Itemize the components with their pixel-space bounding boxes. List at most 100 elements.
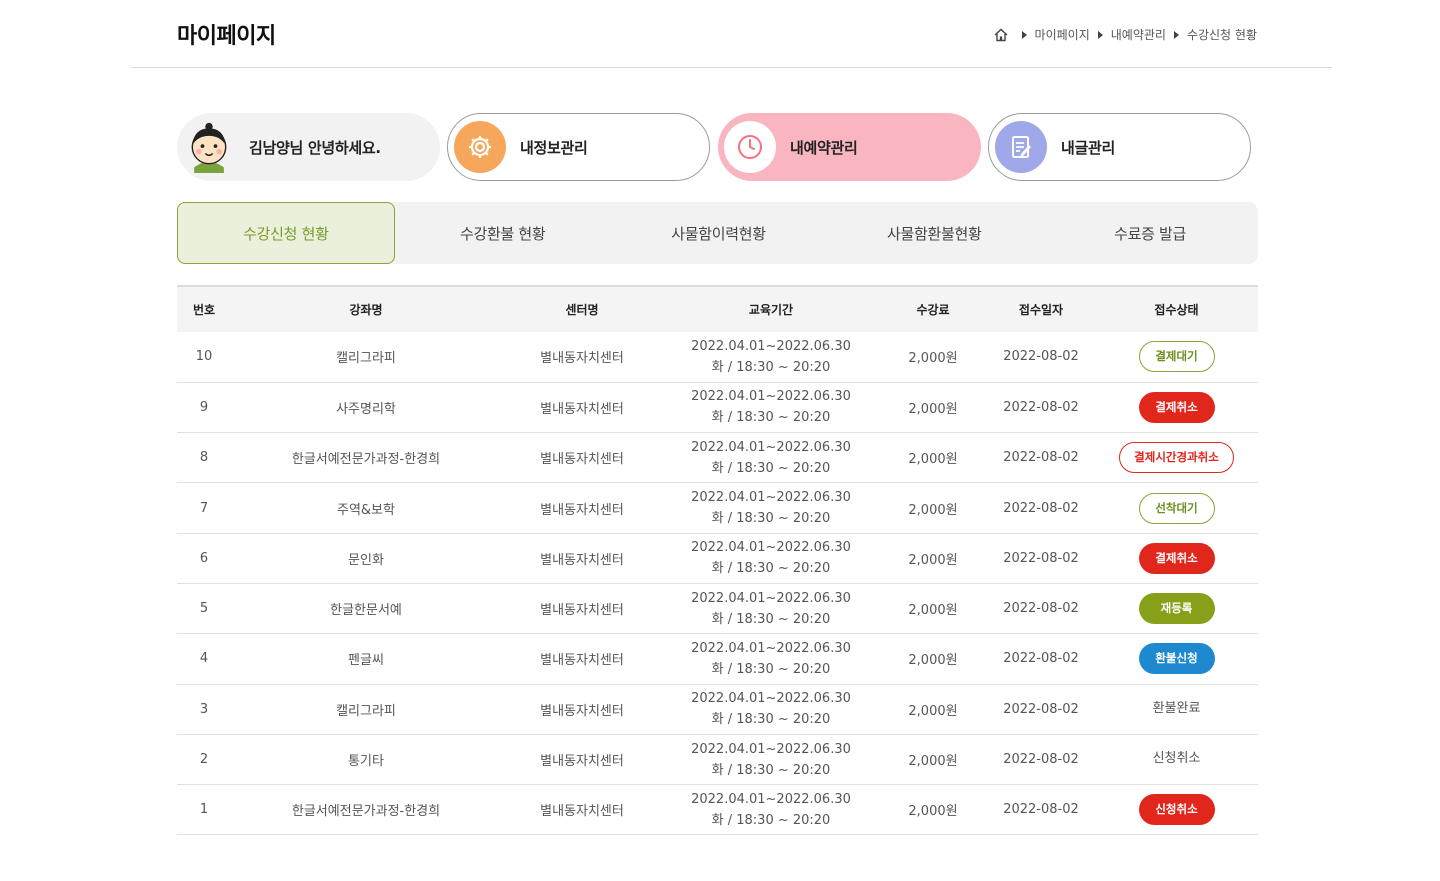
receipt-date: 2022-08-02 [1003,450,1079,466]
receipt-date: 2022-08-02 [1003,701,1079,717]
mypage-menu: 김남양님 안녕하세요. 내정보관리 내예약관리 내글관리 [177,113,1257,181]
row-number: 6 [199,550,209,566]
course-fee: 2,000원 [908,804,958,820]
receipt-date: 2022-08-02 [1003,601,1079,617]
home-icon[interactable] [994,28,1008,42]
table-row: 10 캘리그라피 별내동자치센터 2022.04.01~2022.06.30 화 / 1… [177,332,1258,383]
menu-card-my-reservation[interactable]: 내예약관리 [718,113,981,181]
education-period: 2022.04.01~2022.06.30 화 / 18:30 ~ 20:20 [663,785,879,835]
breadcrumb-item-mypage[interactable]: 마이페이지 [1035,26,1090,43]
period-time: 화 / 18:30 ~ 20:20 [711,359,831,375]
course-name: 한글서예전문가과정-한경희 [291,452,441,468]
period-time: 화 / 18:30 ~ 20:20 [711,712,831,728]
greeting-text: 김남양님 안녕하세요. [249,138,381,157]
status-badge: 신청취소 [1152,751,1201,767]
status-badge[interactable]: 신청취소 [1138,794,1215,826]
center-name: 별내동자치센터 [540,552,624,568]
receipt-date: 2022-08-02 [1003,550,1079,566]
course-name: 펜글씨 [348,653,384,669]
status-badge[interactable]: 결제시간경과취소 [1119,442,1234,474]
center-name: 별내동자치센터 [540,603,624,619]
period-dates: 2022.04.01~2022.06.30 [691,439,851,455]
course-fee: 2,000원 [908,401,958,417]
tab-certificate[interactable]: 수료증 발급 [1042,202,1258,264]
table-row: 9 사주명리학 별내동자치센터 2022.04.01~2022.06.30 화 / 18… [177,382,1258,433]
enrollment-table: 번호 강좌명 센터명 교육기간 수강료 접수일자 접수상태 10 캘리그라피 별내동… [177,285,1258,835]
period-time: 화 / 18:30 ~ 20:20 [711,410,831,426]
page-header: 마이페이지 마이페이지 내예약관리 수강신청 현황 [131,0,1332,68]
status-cell: 결제대기 [1095,332,1258,382]
row-number: 1 [199,802,209,818]
status-badge[interactable]: 결제대기 [1138,341,1215,373]
tab-locker-refund[interactable]: 사물함환불현황 [826,202,1042,264]
row-number: 3 [199,701,209,717]
education-period: 2022.04.01~2022.06.30 화 / 18:30 ~ 20:20 [663,583,879,633]
course-name: 한글한문서예 [330,603,402,619]
status-badge[interactable]: 결제취소 [1138,542,1215,574]
row-number: 5 [199,601,209,617]
status-badge[interactable]: 선착대기 [1138,492,1215,524]
header-fee: 수강료 [916,303,950,317]
status-cell: 결제시간경과취소 [1095,433,1258,483]
table-row: 3 캘리그라피 별내동자치센터 2022.04.01~2022.06.30 화 / 18… [177,684,1258,735]
period-dates: 2022.04.01~2022.06.30 [691,389,851,405]
course-name: 통기타 [348,754,384,770]
avatar-icon [191,122,227,173]
center-name: 별내동자치센터 [540,401,624,417]
table-body: 10 캘리그라피 별내동자치센터 2022.04.01~2022.06.30 화 / 1… [177,332,1258,835]
period-dates: 2022.04.01~2022.06.30 [691,590,851,606]
receipt-date: 2022-08-02 [1003,651,1079,667]
education-period: 2022.04.01~2022.06.30 화 / 18:30 ~ 20:20 [663,533,879,583]
breadcrumb-item-reservation[interactable]: 내예약관리 [1111,26,1166,43]
course-fee: 2,000원 [908,351,958,367]
course-name: 한글서예전문가과정-한경희 [291,804,441,820]
period-dates: 2022.04.01~2022.06.30 [691,791,851,807]
document-edit-icon [995,121,1047,173]
period-time: 화 / 18:30 ~ 20:20 [711,561,831,577]
period-dates: 2022.04.01~2022.06.30 [691,490,851,506]
status-cell: 신청취소 [1095,734,1258,784]
tab-locker-history[interactable]: 사물함이력현황 [611,202,827,264]
course-name: 주역&보학 [337,502,395,518]
period-time: 화 / 18:30 ~ 20:20 [711,611,831,627]
period-dates: 2022.04.01~2022.06.30 [691,540,851,556]
course-fee: 2,000원 [908,552,958,568]
header-period: 교육기간 [748,303,794,317]
status-cell: 결제취소 [1095,533,1258,583]
period-dates: 2022.04.01~2022.06.30 [691,640,851,656]
tab-enrollment-status[interactable]: 수강신청 현황 [177,202,395,264]
table-row: 6 문인화 별내동자치센터 2022.04.01~2022.06.30 화 / 18:3… [177,533,1258,584]
education-period: 2022.04.01~2022.06.30 화 / 18:30 ~ 20:20 [663,433,879,483]
menu-card-my-info[interactable]: 내정보관리 [447,113,710,181]
center-name: 별내동자치센터 [540,653,624,669]
period-time: 화 / 18:30 ~ 20:20 [711,812,831,828]
menu-card-my-posts[interactable]: 내글관리 [988,113,1251,181]
status-cell: 환불완료 [1095,684,1258,734]
course-fee: 2,000원 [908,603,958,619]
course-name: 캘리그라피 [336,703,396,719]
gear-icon [454,121,506,173]
row-number: 7 [199,500,209,516]
status-badge[interactable]: 환불신청 [1138,643,1215,675]
row-number: 4 [199,651,209,667]
table-row: 8 한글서예전문가과정-한경희 별내동자치센터 2022.04.01~2022.06.… [177,433,1258,483]
table-header-row: 번호 강좌명 센터명 교육기간 수강료 접수일자 접수상태 [177,286,1258,332]
course-fee: 2,000원 [908,452,958,468]
course-name: 문인화 [348,552,384,568]
education-period: 2022.04.01~2022.06.30 화 / 18:30 ~ 20:20 [663,332,879,382]
tab-refund-status[interactable]: 수강환불 현황 [395,202,611,264]
status-cell: 결제취소 [1095,382,1258,432]
status-badge[interactable]: 결제취소 [1138,391,1215,423]
receipt-date: 2022-08-02 [1003,349,1079,365]
avatar [183,121,235,173]
course-name: 캘리그라피 [336,351,396,367]
receipt-date: 2022-08-02 [1003,500,1079,516]
header-course: 강좌명 [349,303,383,317]
breadcrumb: 마이페이지 내예약관리 수강신청 현황 [994,26,1257,43]
education-period: 2022.04.01~2022.06.30 화 / 18:30 ~ 20:20 [663,634,879,684]
course-fee: 2,000원 [908,754,958,770]
center-name: 별내동자치센터 [540,804,624,820]
status-badge[interactable]: 재등록 [1138,593,1215,625]
course-fee: 2,000원 [908,502,958,518]
status-cell: 신청취소 [1095,785,1258,835]
